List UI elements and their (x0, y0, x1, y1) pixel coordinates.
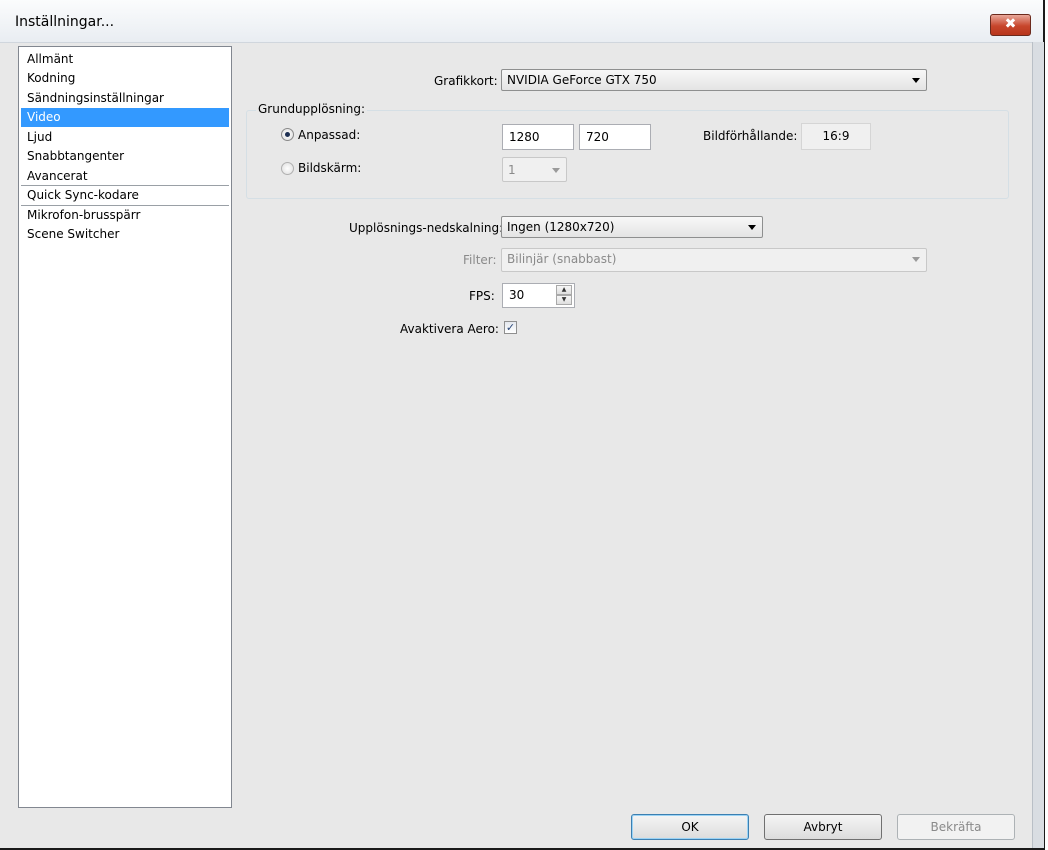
filter-label: Filter: (463, 253, 497, 267)
filter-value: Bilinjär (snabbast) (507, 252, 617, 266)
monitor-value: 1 (508, 163, 516, 177)
chevron-down-icon (748, 225, 756, 230)
settings-window: Inställningar... ✖ Allmänt Kodning Sändn… (0, 0, 1045, 850)
sidebar-item-avancerat[interactable]: Avancerat (21, 167, 229, 186)
sidebar-item-quick-sync-kodare[interactable]: Quick Sync-kodare (21, 186, 229, 205)
disable-aero-checkbox[interactable]: ✓ (504, 321, 517, 334)
graphics-card-dropdown[interactable]: NVIDIA GeForce GTX 750 (501, 69, 927, 91)
arrow-up-icon: ▲ (561, 286, 567, 293)
title-bar[interactable]: Inställningar... ✖ (0, 0, 1043, 43)
fps-increment-button[interactable]: ▲ (556, 285, 572, 295)
graphics-card-label: Grafikkort: (434, 74, 498, 88)
chevron-down-icon (912, 257, 920, 262)
sidebar-item-scene-switcher[interactable]: Scene Switcher (21, 225, 229, 244)
graphics-card-value: NVIDIA GeForce GTX 750 (507, 73, 657, 87)
downscale-dropdown[interactable]: Ingen (1280x720) (501, 216, 763, 238)
custom-resolution-label: Anpassad: (298, 128, 361, 142)
sidebar-item-kodning[interactable]: Kodning (21, 69, 229, 88)
sidebar-item-snabbtangenter[interactable]: Snabbtangenter (21, 147, 229, 166)
close-button[interactable]: ✖ (990, 14, 1031, 36)
sidebar-item-ljud[interactable]: Ljud (21, 128, 229, 147)
monitor-label: Bildskärm: (298, 161, 362, 175)
radio-selected-dot (285, 132, 290, 137)
chevron-down-icon (912, 78, 920, 83)
apply-button[interactable]: Bekräfta (897, 814, 1015, 840)
window-title: Inställningar... (15, 14, 115, 30)
window-frame-edge (1032, 42, 1044, 848)
close-icon: ✖ (1004, 16, 1017, 32)
arrow-down-icon: ▼ (561, 296, 567, 303)
resolution-height-input[interactable]: 720 (579, 124, 651, 150)
disable-aero-label: Avaktivera Aero: (400, 322, 499, 336)
fps-decrement-button[interactable]: ▼ (556, 295, 572, 305)
checkmark-icon: ✓ (505, 321, 516, 334)
sidebar-item-allmant[interactable]: Allmänt (21, 50, 229, 69)
monitor-radio[interactable] (281, 162, 294, 175)
sidebar-item-mikrofon-brussparr[interactable]: Mikrofon-brusspärr (21, 206, 229, 225)
downscale-label: Upplösnings-nedskalning: (349, 221, 504, 235)
base-resolution-title: Grundupplösning: (256, 102, 368, 116)
downscale-value: Ingen (1280x720) (507, 220, 615, 234)
ok-button[interactable]: OK (631, 814, 749, 840)
settings-category-list[interactable]: Allmänt Kodning Sändningsinställningar V… (18, 46, 232, 808)
aspect-ratio-label: Bildförhållande: (703, 129, 798, 143)
sidebar-item-sandningsinstallningar[interactable]: Sändningsinställningar (21, 89, 229, 108)
filter-dropdown[interactable]: Bilinjär (snabbast) (501, 248, 927, 272)
cancel-button[interactable]: Avbryt (764, 814, 882, 840)
resolution-width-input[interactable]: 1280 (502, 124, 574, 150)
monitor-dropdown[interactable]: 1 (502, 157, 567, 182)
chevron-down-icon (552, 168, 560, 173)
fps-label: FPS: (469, 289, 495, 303)
sidebar-item-video[interactable]: Video (21, 108, 229, 127)
fps-value: 30 (509, 288, 525, 302)
aspect-ratio-value: 16:9 (801, 123, 871, 150)
custom-resolution-radio[interactable] (281, 128, 294, 141)
